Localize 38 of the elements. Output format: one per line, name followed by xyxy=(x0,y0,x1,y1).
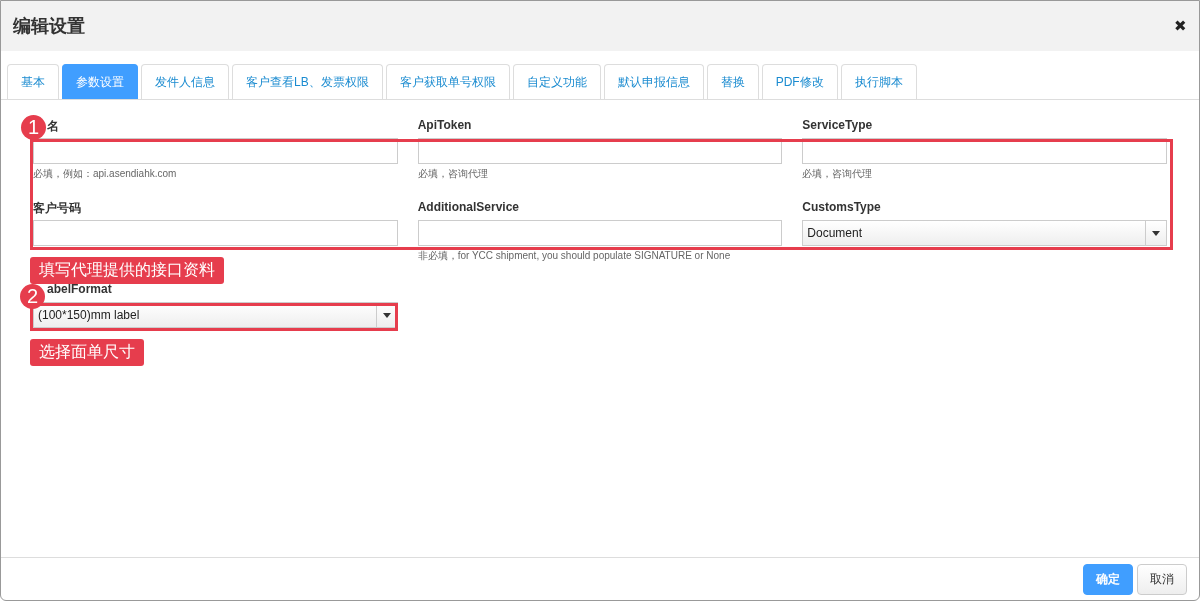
step-number: 1 xyxy=(21,115,46,140)
tab[interactable]: 执行脚本 xyxy=(840,64,917,99)
caret-icon xyxy=(382,312,391,318)
select-field[interactable]: Document xyxy=(802,220,1167,246)
tab[interactable]: 客户获取单号权限 xyxy=(385,64,510,99)
field-label: ApiToken xyxy=(417,118,473,132)
input-field[interactable] xyxy=(417,138,783,164)
close-button[interactable]: ✖ xyxy=(1174,17,1187,35)
confirm-button[interactable]: 确定 xyxy=(1083,563,1133,595)
field-hint: 非必填，for YCC shipment, you should populate SIGNATURE or None xyxy=(417,249,732,263)
input-field[interactable] xyxy=(33,220,398,246)
tab[interactable]: 客户查看LB、发票权限 xyxy=(232,64,383,99)
tab[interactable]: 发件人信息 xyxy=(141,64,229,99)
field-hint: 必填，例如：api.asendiahk.com xyxy=(33,167,178,181)
field-label: abelFormat xyxy=(46,282,113,296)
field-label: 客户号码 xyxy=(33,200,82,214)
annotation-callout: 选择面单尺寸 xyxy=(30,339,144,366)
annotation-callout: 填写代理提供的接口资料 xyxy=(30,257,224,284)
field-hint: 必填，咨询代理 xyxy=(802,167,874,181)
tab[interactable]: 自定义功能 xyxy=(512,64,601,99)
input-field[interactable] xyxy=(417,220,783,246)
tab[interactable]: 基本 xyxy=(7,64,59,99)
input-field[interactable] xyxy=(802,138,1167,164)
caret-icon xyxy=(1152,230,1160,236)
tab[interactable]: 参数设置 xyxy=(62,64,138,99)
dialog-title: 编辑设置 xyxy=(13,15,85,38)
field-label: 名 xyxy=(46,118,60,132)
field-label: CustomsType xyxy=(802,200,882,214)
tab[interactable]: PDF修改 xyxy=(761,64,838,99)
input-field[interactable] xyxy=(33,138,398,164)
field-label: ServiceType xyxy=(802,118,874,132)
select-field[interactable]: (100*150)mm label xyxy=(33,302,398,328)
cancel-button[interactable]: 取消 xyxy=(1137,563,1187,595)
tab[interactable]: 默认申报信息 xyxy=(603,64,704,99)
tab[interactable]: 替换 xyxy=(706,64,759,99)
step-number: 2 xyxy=(20,284,45,309)
field-label: AdditionalService xyxy=(417,200,521,214)
field-hint: 必填，咨询代理 xyxy=(417,167,489,181)
